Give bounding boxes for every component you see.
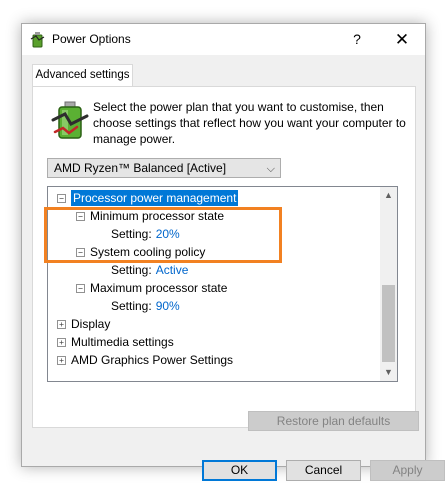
collapse-icon[interactable]: − bbox=[76, 248, 85, 258]
collapse-icon[interactable]: − bbox=[57, 194, 66, 204]
ok-button[interactable]: OK bbox=[202, 460, 277, 481]
expand-icon[interactable]: + bbox=[57, 320, 66, 330]
tree-item-label: Multimedia settings bbox=[71, 335, 174, 349]
scroll-thumb[interactable] bbox=[382, 285, 395, 362]
tree-setting-min-state[interactable]: Setting: 20% bbox=[111, 225, 180, 243]
setting-label: Setting: bbox=[111, 263, 152, 277]
collapse-icon[interactable]: − bbox=[76, 284, 85, 294]
tree-item-multimedia-settings[interactable]: + Multimedia settings bbox=[57, 333, 174, 351]
tree-item-label: Minimum processor state bbox=[90, 209, 225, 223]
tree-item-label: Display bbox=[71, 317, 111, 331]
close-button[interactable]: ✕ bbox=[379, 24, 425, 55]
tree-item-label: AMD Graphics Power Settings bbox=[71, 353, 234, 367]
tree-setting-max-state[interactable]: Setting: 90% bbox=[111, 297, 180, 315]
cancel-button[interactable]: Cancel bbox=[286, 460, 361, 481]
setting-value[interactable]: Active bbox=[156, 263, 189, 277]
tree-item-maximum-processor-state[interactable]: − Maximum processor state bbox=[76, 279, 227, 297]
tree-item-label: Maximum processor state bbox=[90, 281, 228, 295]
scroll-up-icon[interactable]: ▲ bbox=[380, 187, 397, 204]
tree-item-display[interactable]: + Display bbox=[57, 315, 110, 333]
tree-scrollbar[interactable]: ▲ ▼ bbox=[380, 187, 397, 381]
tree-setting-cooling[interactable]: Setting: Active bbox=[111, 261, 188, 279]
expand-icon[interactable]: + bbox=[57, 356, 66, 366]
settings-tree: − Processor power management − Minimum pro… bbox=[47, 186, 398, 382]
title-bar: Power Options ? ✕ bbox=[22, 24, 425, 55]
plan-description: Select the power plan that you want to c… bbox=[93, 100, 406, 146]
restore-plan-defaults-button[interactable]: Restore plan defaults bbox=[248, 411, 419, 431]
window-title: Power Options bbox=[52, 32, 131, 46]
chevron-down-icon: ⌵ bbox=[266, 163, 275, 175]
tree-item-processor-power-management[interactable]: − Processor power management bbox=[57, 189, 239, 207]
setting-value[interactable]: 20% bbox=[156, 227, 180, 241]
tree-item-amd-graphics-power-settings[interactable]: + AMD Graphics Power Settings bbox=[57, 351, 233, 369]
collapse-icon[interactable]: − bbox=[76, 212, 85, 222]
battery-plan-icon bbox=[51, 101, 89, 139]
apply-button[interactable]: Apply bbox=[370, 460, 445, 481]
scroll-down-icon[interactable]: ▼ bbox=[380, 364, 397, 381]
tree-item-label: Processor power management bbox=[71, 190, 239, 206]
tree-item-minimum-processor-state[interactable]: − Minimum processor state bbox=[76, 207, 224, 225]
setting-label: Setting: bbox=[111, 227, 152, 241]
expand-icon[interactable]: + bbox=[57, 338, 66, 348]
tab-advanced-settings[interactable]: Advanced settings bbox=[32, 64, 133, 87]
power-options-icon bbox=[30, 32, 45, 48]
setting-value[interactable]: 90% bbox=[156, 299, 180, 313]
setting-label: Setting: bbox=[111, 299, 152, 313]
advanced-settings-panel: Select the power plan that you want to c… bbox=[32, 86, 416, 428]
power-plan-selected: AMD Ryzen™ Balanced [Active] bbox=[54, 161, 227, 175]
power-options-dialog: Power Options ? ✕ Advanced settings Sele… bbox=[21, 23, 445, 481]
power-plan-select[interactable]: AMD Ryzen™ Balanced [Active] ⌵ bbox=[47, 158, 281, 178]
tab-strip: Advanced settings bbox=[32, 64, 416, 87]
tree-item-label: System cooling policy bbox=[90, 245, 206, 259]
tree-item-system-cooling-policy[interactable]: − System cooling policy bbox=[76, 243, 205, 261]
help-button[interactable]: ? bbox=[334, 24, 380, 55]
